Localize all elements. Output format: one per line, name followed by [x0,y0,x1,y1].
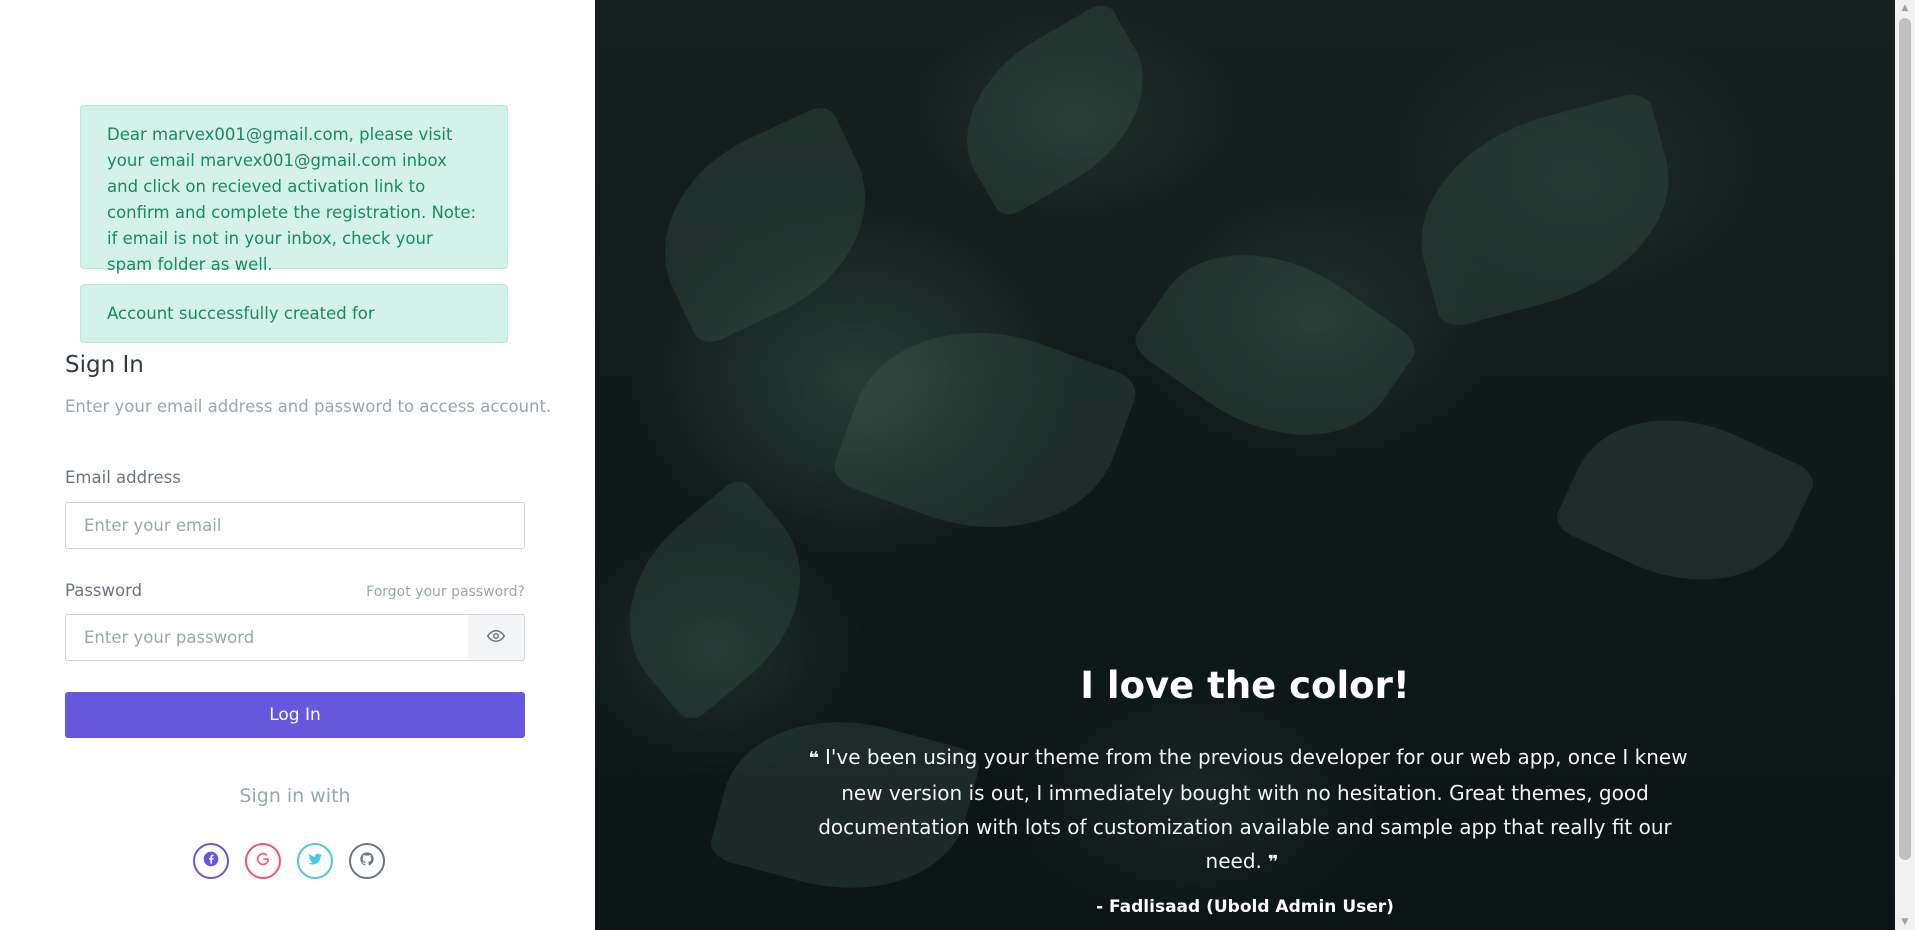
background-leaf [933,0,1177,221]
background-leaf [1127,206,1423,484]
github-login-button[interactable] [349,843,385,879]
page-scrollbar[interactable]: ▲ ▼ [1895,0,1915,930]
testimonial-title: I love the color! [1080,664,1410,707]
email-field-wrapper [65,502,525,549]
email-field[interactable] [66,503,524,548]
facebook-login-button[interactable] [193,843,229,879]
background-leaf [629,101,901,349]
social-login-heading: Sign in with [239,785,351,807]
scroll-up-icon[interactable]: ▲ [1895,0,1915,16]
quote-close-icon: ❞ [1267,852,1279,873]
background-leaf [1551,381,1819,619]
background-leaf [828,291,1142,569]
github-icon [359,851,375,871]
activation-alert-text: Dear marvex001@gmail.com, please visit y… [107,125,477,274]
testimonial-author: - Fadlisaad (Ubold Admin User) [1096,897,1394,917]
toggle-password-button[interactable] [468,614,525,661]
login-button[interactable]: Log In [65,692,525,738]
facebook-icon [203,851,219,871]
google-icon [255,851,271,871]
testimonial-panel: I love the color! ❝ I've been using your … [595,0,1895,930]
google-login-button[interactable] [245,843,281,879]
activation-alert: Dear marvex001@gmail.com, please visit y… [80,105,508,274]
twitter-login-button[interactable] [297,843,333,879]
password-label: Password [65,581,143,600]
forgot-password-link[interactable]: Forgot your password? [325,584,525,600]
scroll-down-icon[interactable]: ▼ [1895,914,1915,930]
password-field[interactable] [66,615,468,660]
quote-open-icon: ❝ [808,748,820,769]
social-login-buttons [193,843,385,879]
twitter-icon [307,851,323,871]
account-created-alert: Account successfully created for [80,284,508,343]
password-field-wrapper [65,614,469,661]
testimonial-quote: ❝ I've been using your theme from the pre… [800,740,1690,880]
auth-panel: Dear marvex001@gmail.com, please visit y… [0,0,595,930]
scrollbar-thumb[interactable] [1899,18,1911,860]
background-leaf [1396,89,1694,331]
eye-icon [486,627,506,649]
page-subtitle: Enter your email address and password to… [65,397,552,416]
testimonial-quote-text: I've been using your theme from the prev… [818,745,1688,873]
email-label: Email address [65,468,181,487]
page-title: Sign In [65,352,144,378]
account-created-alert-text: Account successfully created for [107,303,375,323]
